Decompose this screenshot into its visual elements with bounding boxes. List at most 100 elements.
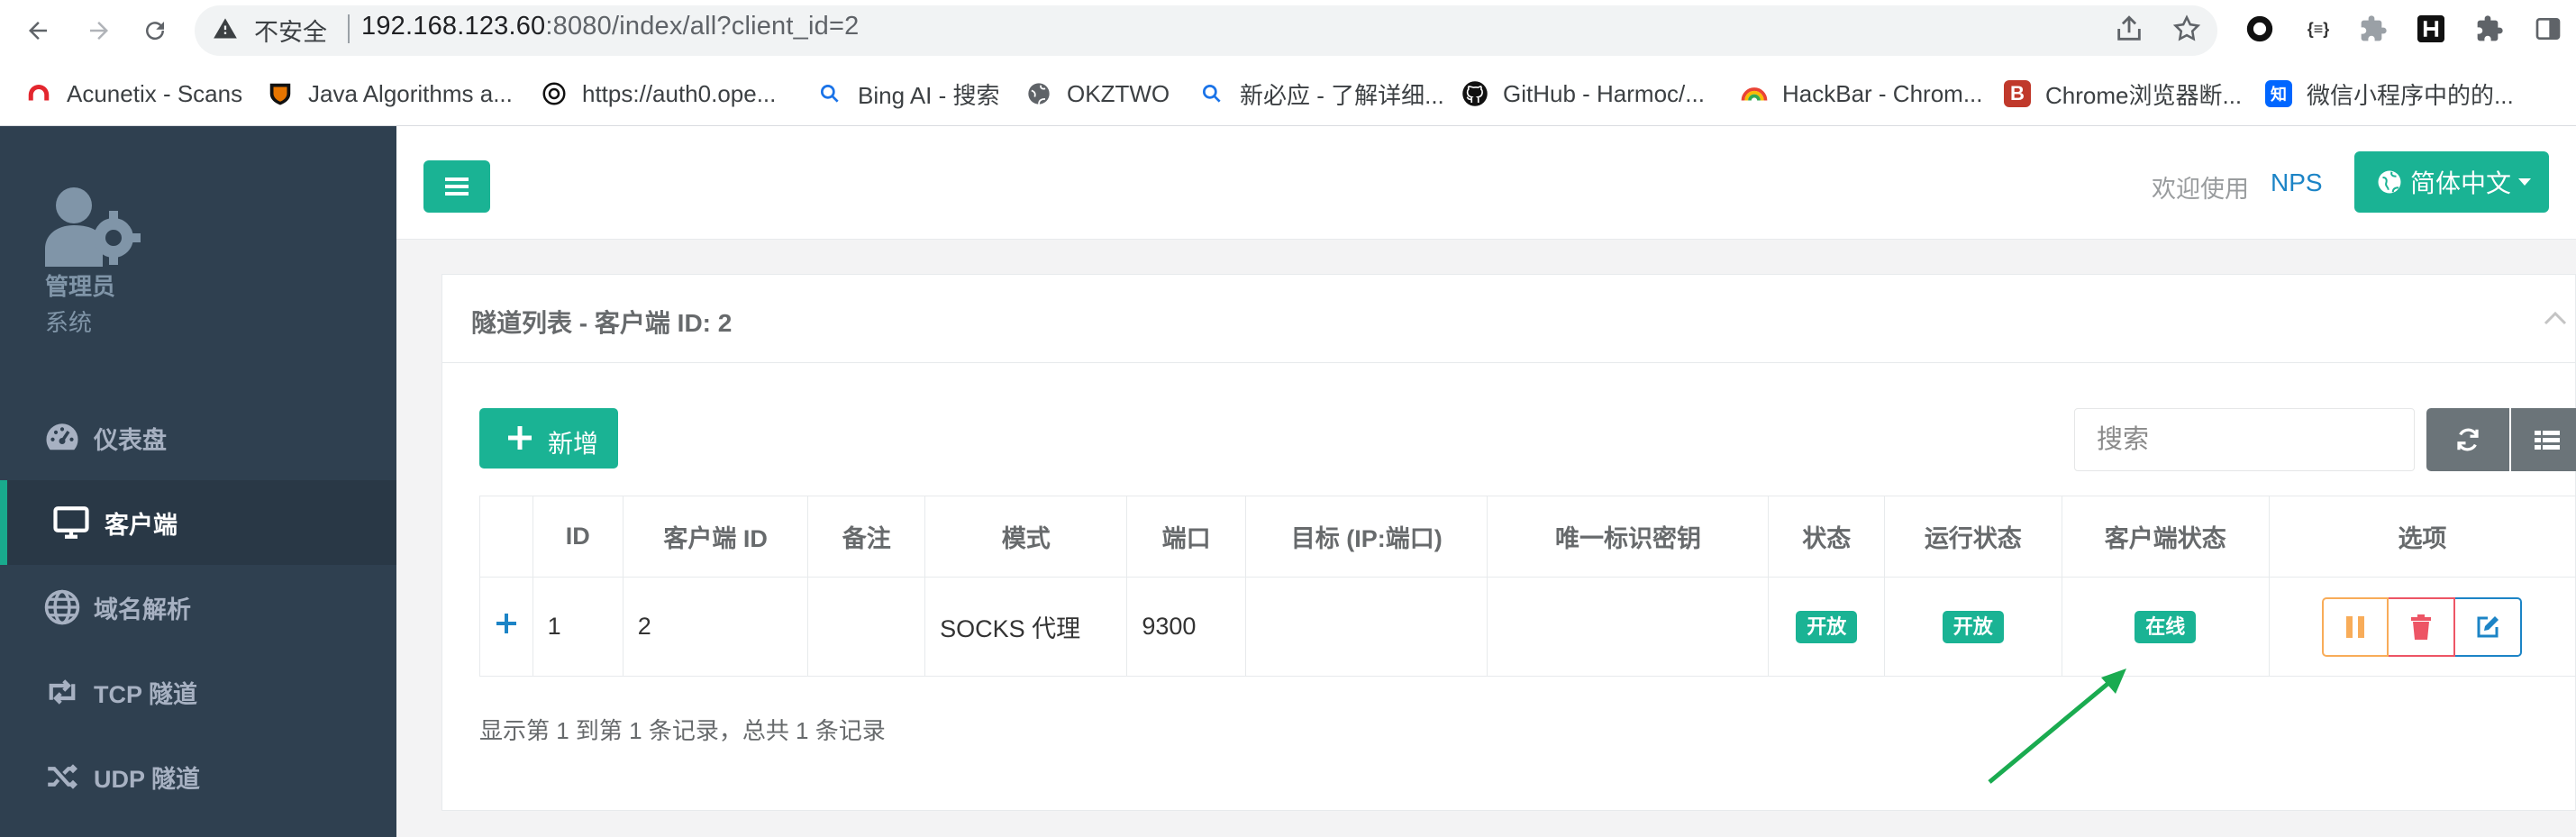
bookmarks-bar: Acunetix - Scans Java Algorithms a... ht… — [0, 70, 2576, 117]
bookmark-item[interactable]: B Chrome浏览器断... — [2004, 70, 2242, 117]
acunetix-icon — [25, 80, 52, 107]
cell-port: 9300 — [1126, 577, 1246, 677]
panel-title: 隧道列表 - 客户端 ID: 2 — [471, 309, 733, 337]
bookmark-item[interactable]: https://auth0.ope... — [541, 70, 776, 117]
openai-icon — [541, 80, 568, 107]
top-header: 欢迎使用 NPS 简体中文 — [396, 126, 2576, 240]
desktop-icon — [53, 506, 89, 539]
welcome-text: 欢迎使用 — [2152, 176, 2249, 203]
h-logo-icon — [2417, 15, 2444, 42]
forward-button[interactable] — [79, 11, 119, 50]
bookmark-item[interactable]: Bing AI - 搜索 — [816, 70, 1000, 117]
nps-link[interactable]: NPS — [2271, 168, 2323, 197]
language-label: 简体中文 — [2410, 169, 2512, 197]
column-header[interactable]: 客户端 ID — [622, 496, 809, 578]
bookmark-item[interactable]: Acunetix - Scans — [25, 70, 242, 117]
url-text[interactable]: 192.168.123.60:8080/index/all?client_id=… — [361, 12, 859, 41]
edit-button[interactable] — [2455, 596, 2523, 657]
pause-button[interactable] — [2322, 596, 2389, 657]
sidebar-item-tcp[interactable]: TCP 隧道 — [0, 650, 396, 734]
extensions-menu[interactable] — [2473, 13, 2506, 45]
arrow-left-icon — [29, 22, 47, 40]
url-path: :8080/index/all?client_id=2 — [545, 12, 860, 41]
url-separator — [348, 14, 350, 43]
add-tunnel-button[interactable]: 新增 — [479, 408, 618, 469]
sidebar-item-domain[interactable]: 域名解析 — [0, 565, 396, 650]
sidebar-item-dashboard[interactable]: 仪表盘 — [0, 396, 396, 480]
zhihu-icon: 知 — [2265, 80, 2292, 107]
column-header[interactable]: 唯一标识密钥 — [1487, 496, 1770, 578]
extension-h[interactable] — [2415, 13, 2447, 45]
github-icon — [1461, 80, 1488, 107]
cell-options — [2268, 577, 2576, 677]
expand-cell[interactable] — [479, 577, 533, 677]
plus-icon — [508, 426, 532, 450]
pagination-info: 显示第 1 到第 1 条记录，总共 1 条记录 — [479, 717, 886, 744]
bookmark-label: https://auth0.ope... — [582, 79, 777, 107]
cell-mode: SOCKS 代理 — [924, 577, 1128, 677]
random-icon — [48, 764, 77, 789]
bookmark-label: GitHub - Harmoc/... — [1503, 79, 1705, 107]
delete-button[interactable] — [2389, 596, 2456, 657]
bookmark-item[interactable]: Java Algorithms a... — [267, 70, 513, 117]
column-header[interactable]: 状态 — [1768, 496, 1885, 578]
annotation-arrow — [1988, 669, 2126, 784]
insecure-label: 不安全 — [254, 19, 327, 46]
extension-puzzle-grey[interactable] — [2357, 13, 2389, 45]
column-header — [479, 496, 533, 578]
bookmark-label: HackBar - Chrom... — [1782, 79, 1983, 107]
menu-toggle-button[interactable] — [423, 160, 490, 213]
refresh-icon — [2457, 428, 2479, 451]
sidebar-item-label: 域名解析 — [94, 596, 191, 623]
bookmark-item[interactable]: 知 微信小程序中的的... — [2265, 70, 2514, 117]
column-header[interactable]: 模式 — [924, 496, 1128, 578]
url-host: 192.168.123.60 — [361, 12, 546, 41]
side-panel[interactable] — [2532, 13, 2564, 45]
column-header[interactable]: ID — [532, 496, 624, 578]
share-icon[interactable] — [2114, 14, 2144, 44]
plus-icon[interactable] — [495, 612, 518, 635]
chevron-up-icon[interactable] — [2542, 307, 2569, 331]
b-logo-icon: B — [2004, 80, 2031, 107]
column-header[interactable]: 客户端状态 — [2061, 496, 2270, 578]
sidebar-item-label: 仪表盘 — [94, 426, 167, 454]
dashboard-icon — [46, 423, 78, 450]
column-header[interactable]: 运行状态 — [1883, 496, 2062, 578]
column-header[interactable]: 备注 — [807, 496, 926, 578]
puzzle-piece-icon — [2477, 15, 2503, 41]
extension-circle[interactable] — [2244, 13, 2276, 45]
cell-client-id: 2 — [622, 577, 809, 677]
bookmark-item[interactable]: 新必应 - 了解详细... — [1198, 70, 1444, 117]
bookmark-item[interactable]: OKZTWO — [1025, 70, 1170, 117]
refresh-button[interactable] — [2426, 408, 2509, 471]
reload-button[interactable] — [135, 11, 175, 50]
add-label: 新增 — [548, 430, 599, 458]
status-badge: 开放 — [1796, 610, 1858, 643]
bookmark-label: OKZTWO — [1067, 79, 1170, 107]
column-header[interactable]: 目标 (IP:端口) — [1244, 496, 1488, 578]
back-button[interactable] — [18, 11, 58, 50]
globe-icon — [44, 589, 80, 625]
sidebar-item-clients[interactable]: 客户端 — [0, 480, 396, 565]
profile-role: 系统 — [45, 309, 93, 336]
bookmark-label: Acunetix - Scans — [67, 79, 243, 107]
language-dropdown[interactable]: 简体中文 — [2354, 151, 2549, 213]
th-list-icon — [2535, 431, 2560, 450]
columns-toggle-button[interactable] — [2511, 408, 2576, 471]
bookmark-item[interactable]: HackBar - Chrom... — [1741, 70, 1983, 117]
bookmark-label: 微信小程序中的的... — [2307, 81, 2514, 109]
caret-down-icon — [2518, 178, 2532, 186]
column-header[interactable]: 端口 — [1126, 496, 1246, 578]
search-input[interactable] — [2074, 408, 2415, 471]
browser-chrome: 不安全 192.168.123.60:8080/index/all?client… — [0, 0, 2576, 126]
sidebar-item-udp[interactable]: UDP 隧道 — [0, 734, 396, 819]
bookmark-item[interactable]: GitHub - Harmoc/... — [1461, 70, 1705, 117]
json-extension[interactable]: {≡} — [2302, 13, 2335, 45]
globe-icon — [1025, 80, 1052, 107]
puzzle-piece-icon — [2361, 15, 2387, 41]
profile-name: 管理员 — [45, 273, 116, 300]
cell-status: 开放 — [1768, 577, 1885, 677]
arrow-right-icon — [90, 22, 108, 40]
tunnel-table: ID 客户端 ID 备注 模式 端口 目标 (IP:端口) 唯一标识密钥 状态 … — [479, 496, 2576, 677]
star-icon[interactable] — [2171, 14, 2202, 44]
